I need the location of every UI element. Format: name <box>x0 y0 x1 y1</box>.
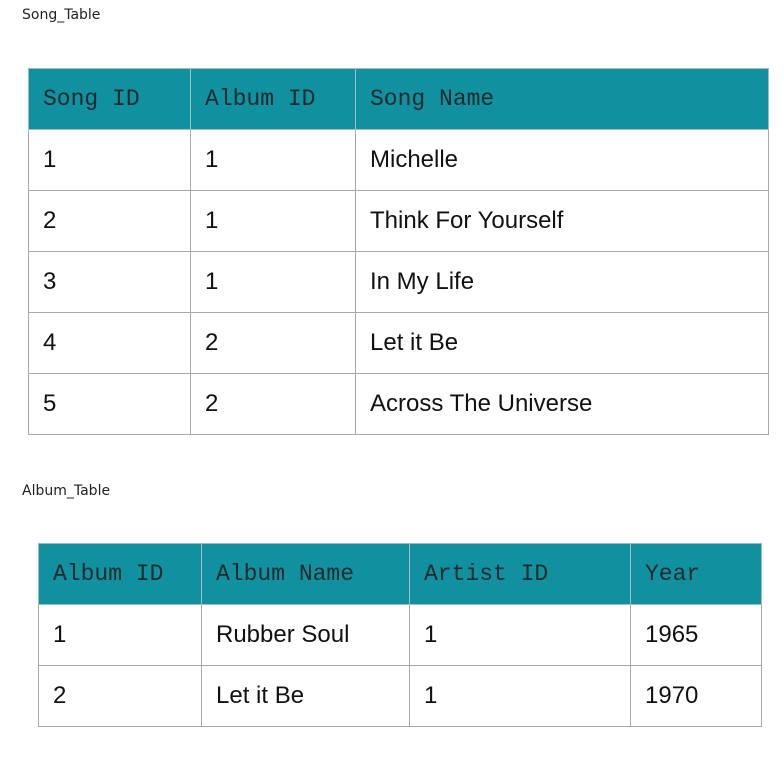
table-row: 2 1 Think For Yourself <box>28 190 769 252</box>
cell-song-name: In My Life <box>355 251 769 313</box>
table-row: 5 2 Across The Universe <box>28 373 769 435</box>
cell-album-id: 2 <box>190 312 356 374</box>
column-header-album-id: Album ID <box>190 68 356 130</box>
cell-song-name: Think For Yourself <box>355 190 769 252</box>
cell-song-id: 4 <box>28 312 191 374</box>
cell-artist-id: 1 <box>409 604 631 666</box>
cell-song-name: Across The Universe <box>355 373 769 435</box>
cell-album-id: 2 <box>190 373 356 435</box>
cell-album-id: 2 <box>38 665 202 727</box>
column-header-album-id: Album ID <box>38 543 202 605</box>
table-header-row: Song ID Album ID Song Name <box>28 68 769 130</box>
cell-song-name: Michelle <box>355 129 769 191</box>
column-header-song-id: Song ID <box>28 68 191 130</box>
cell-song-id: 5 <box>28 373 191 435</box>
song-table-caption: Song_Table <box>22 7 101 23</box>
table-header-row: Album ID Album Name Artist ID Year <box>38 543 762 605</box>
cell-artist-id: 1 <box>409 665 631 727</box>
cell-song-id: 1 <box>28 129 191 191</box>
table-row: 2 Let it Be 1 1970 <box>38 665 762 727</box>
cell-year: 1970 <box>630 665 762 727</box>
cell-album-id: 1 <box>38 604 202 666</box>
cell-song-id: 2 <box>28 190 191 252</box>
table-row: 1 1 Michelle <box>28 129 769 191</box>
column-header-album-name: Album Name <box>201 543 410 605</box>
cell-album-id: 1 <box>190 251 356 313</box>
column-header-artist-id: Artist ID <box>409 543 631 605</box>
cell-album-id: 1 <box>190 129 356 191</box>
cell-album-id: 1 <box>190 190 356 252</box>
album-table: Album ID Album Name Artist ID Year 1 Rub… <box>38 543 762 727</box>
table-row: 4 2 Let it Be <box>28 312 769 374</box>
cell-album-name: Let it Be <box>201 665 410 727</box>
cell-year: 1965 <box>630 604 762 666</box>
album-table-caption: Album_Table <box>22 483 111 499</box>
table-row: 3 1 In My Life <box>28 251 769 313</box>
cell-album-name: Rubber Soul <box>201 604 410 666</box>
cell-song-id: 3 <box>28 251 191 313</box>
cell-song-name: Let it Be <box>355 312 769 374</box>
column-header-year: Year <box>630 543 762 605</box>
table-row: 1 Rubber Soul 1 1965 <box>38 604 762 666</box>
column-header-song-name: Song Name <box>355 68 769 130</box>
song-table: Song ID Album ID Song Name 1 1 Michelle … <box>28 68 769 435</box>
